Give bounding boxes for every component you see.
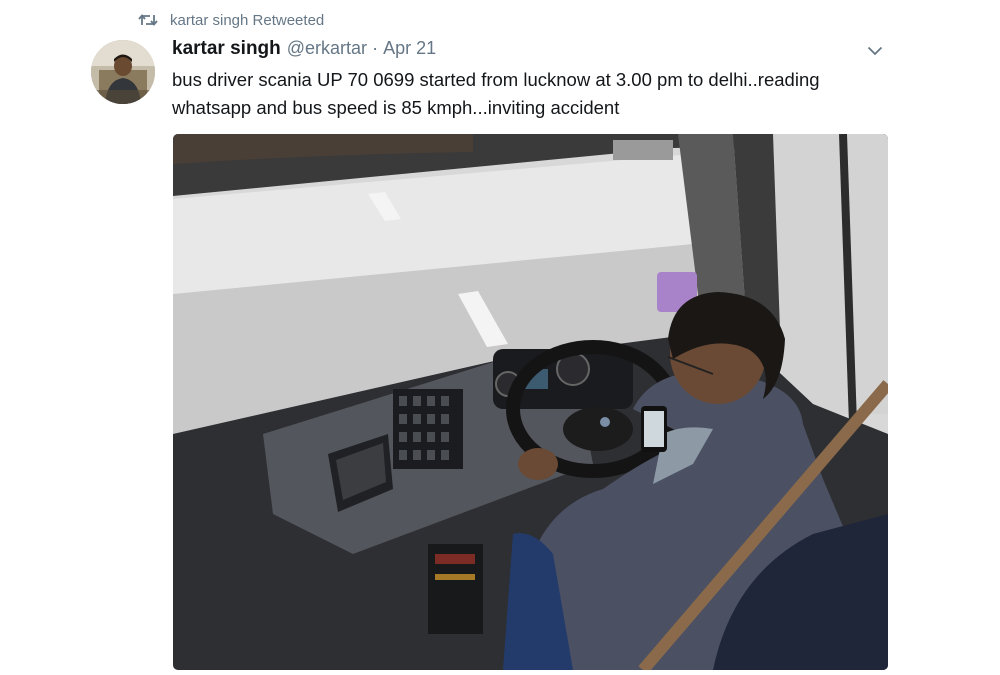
tweet-date[interactable]: Apr 21 bbox=[383, 38, 436, 59]
photo-bus-driver-on-phone bbox=[173, 134, 888, 670]
retweet-context[interactable]: kartar singh Retweeted bbox=[138, 10, 324, 30]
retweet-icon bbox=[138, 13, 158, 27]
chevron-down-icon bbox=[867, 43, 883, 61]
avatar[interactable] bbox=[91, 40, 155, 104]
header-separator: · bbox=[372, 38, 379, 58]
author-name[interactable]: kartar singh bbox=[172, 38, 281, 60]
author-handle[interactable]: @erkartar bbox=[287, 38, 367, 59]
tweet-text: bus driver scania UP 70 0699 started fro… bbox=[172, 69, 820, 118]
tweet-menu-button[interactable] bbox=[864, 42, 886, 62]
page: kartar singh Retweeted kartar singh @erk… bbox=[0, 0, 1000, 675]
retweet-label[interactable]: kartar singh Retweeted bbox=[170, 12, 324, 29]
tweet-photo[interactable] bbox=[173, 134, 888, 670]
tweet-header: kartar singh @erkartar · Apr 21 bbox=[172, 38, 436, 62]
